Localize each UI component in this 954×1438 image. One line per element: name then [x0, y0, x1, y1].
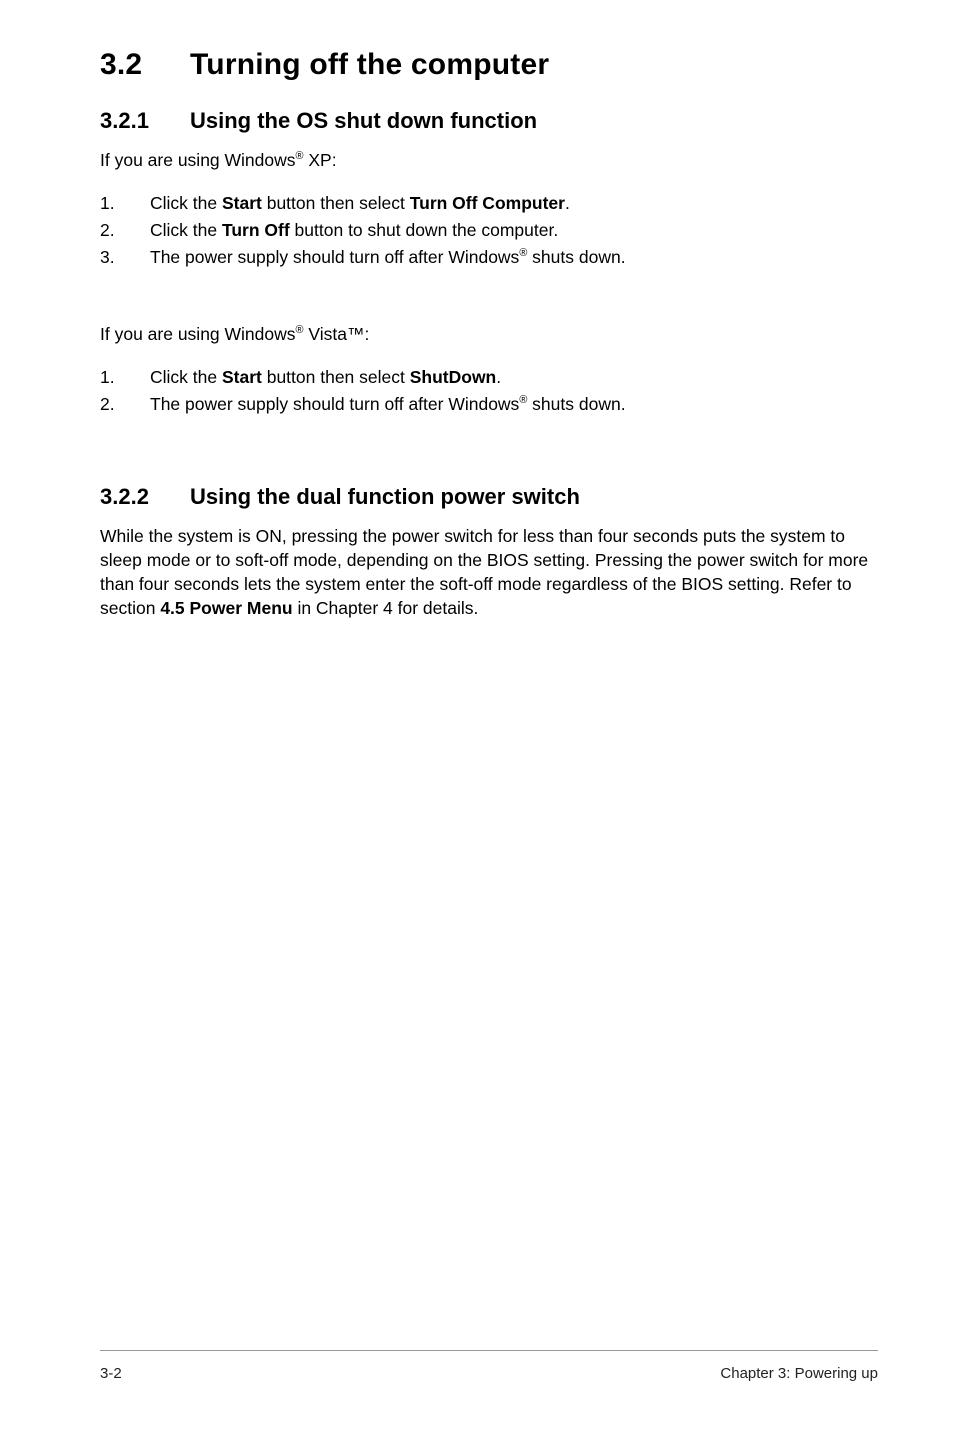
step-text: Click the Turn Off button to shut down t… — [150, 217, 878, 244]
subsection-number: 3.2.2 — [100, 484, 190, 510]
list-item: 2. The power supply should turn off afte… — [100, 391, 878, 418]
text-fragment: Click the — [150, 367, 222, 387]
text-fragment: Click the — [150, 220, 222, 240]
text-fragment: . — [565, 193, 570, 213]
bold-text: Start — [222, 193, 262, 213]
bold-text: ShutDown — [410, 367, 497, 387]
footer-row: 3-2 Chapter 3: Powering up — [100, 1365, 878, 1382]
page-content: 3.2Turning off the computer 3.2.1Using t… — [0, 0, 954, 1438]
text-fragment: If you are using Windows — [100, 150, 296, 170]
steps-xp: 1. Click the Start button then select Tu… — [100, 190, 878, 271]
step-number: 1. — [100, 190, 150, 217]
registered-symbol: ® — [296, 324, 304, 336]
text-fragment: If you are using Windows — [100, 324, 296, 344]
text-fragment: button to shut down the computer. — [290, 220, 559, 240]
steps-vista: 1. Click the Start button then select Sh… — [100, 364, 878, 418]
text-fragment: The power supply should turn off after W… — [150, 247, 519, 267]
bold-text: 4.5 Power Menu — [160, 598, 292, 618]
step-number: 2. — [100, 391, 150, 418]
bold-text: Turn Off Computer — [410, 193, 565, 213]
step-text: The power supply should turn off after W… — [150, 244, 878, 271]
step-number: 2. — [100, 217, 150, 244]
step-number: 1. — [100, 364, 150, 391]
text-fragment: Click the — [150, 193, 222, 213]
section-number: 3.2 — [100, 48, 190, 82]
subsection-title: Using the dual function power switch — [190, 484, 580, 509]
text-fragment: in Chapter 4 for details. — [293, 598, 479, 618]
text-fragment: shuts down. — [527, 394, 625, 414]
text-fragment: . — [496, 367, 501, 387]
text-fragment: shuts down. — [527, 247, 625, 267]
bold-text: Start — [222, 367, 262, 387]
step-number: 3. — [100, 244, 150, 271]
text-fragment: XP: — [304, 150, 337, 170]
registered-symbol: ® — [296, 150, 304, 162]
intro-vista: If you are using Windows® Vista™: — [100, 322, 878, 346]
footer-divider — [100, 1350, 878, 1359]
bold-text: Turn Off — [222, 220, 290, 240]
list-item: 1. Click the Start button then select Sh… — [100, 364, 878, 391]
step-text: Click the Start button then select ShutD… — [150, 364, 878, 391]
list-item: 3. The power supply should turn off afte… — [100, 244, 878, 271]
list-item: 1. Click the Start button then select Tu… — [100, 190, 878, 217]
subsection-heading: 3.2.1Using the OS shut down function — [100, 108, 878, 134]
spacer — [100, 448, 878, 484]
section-title: Turning off the computer — [190, 48, 549, 81]
step-text: Click the Start button then select Turn … — [150, 190, 878, 217]
section-heading: 3.2Turning off the computer — [100, 48, 878, 82]
step-text: The power supply should turn off after W… — [150, 391, 878, 418]
subsection-number: 3.2.1 — [100, 108, 190, 134]
text-fragment: The power supply should turn off after W… — [150, 394, 519, 414]
intro-xp: If you are using Windows® XP: — [100, 148, 878, 172]
text-fragment: Vista™: — [304, 324, 370, 344]
list-item: 2. Click the Turn Off button to shut dow… — [100, 217, 878, 244]
subsection-heading: 3.2.2Using the dual function power switc… — [100, 484, 878, 510]
text-fragment: button then select — [262, 367, 410, 387]
text-fragment: button then select — [262, 193, 410, 213]
chapter-label: Chapter 3: Powering up — [720, 1365, 878, 1382]
subsection-title: Using the OS shut down function — [190, 108, 537, 133]
page-footer: 3-2 Chapter 3: Powering up — [100, 1350, 878, 1382]
body-text: While the system is ON, pressing the pow… — [100, 524, 878, 621]
spacer — [100, 302, 878, 322]
page-number: 3-2 — [100, 1365, 122, 1382]
